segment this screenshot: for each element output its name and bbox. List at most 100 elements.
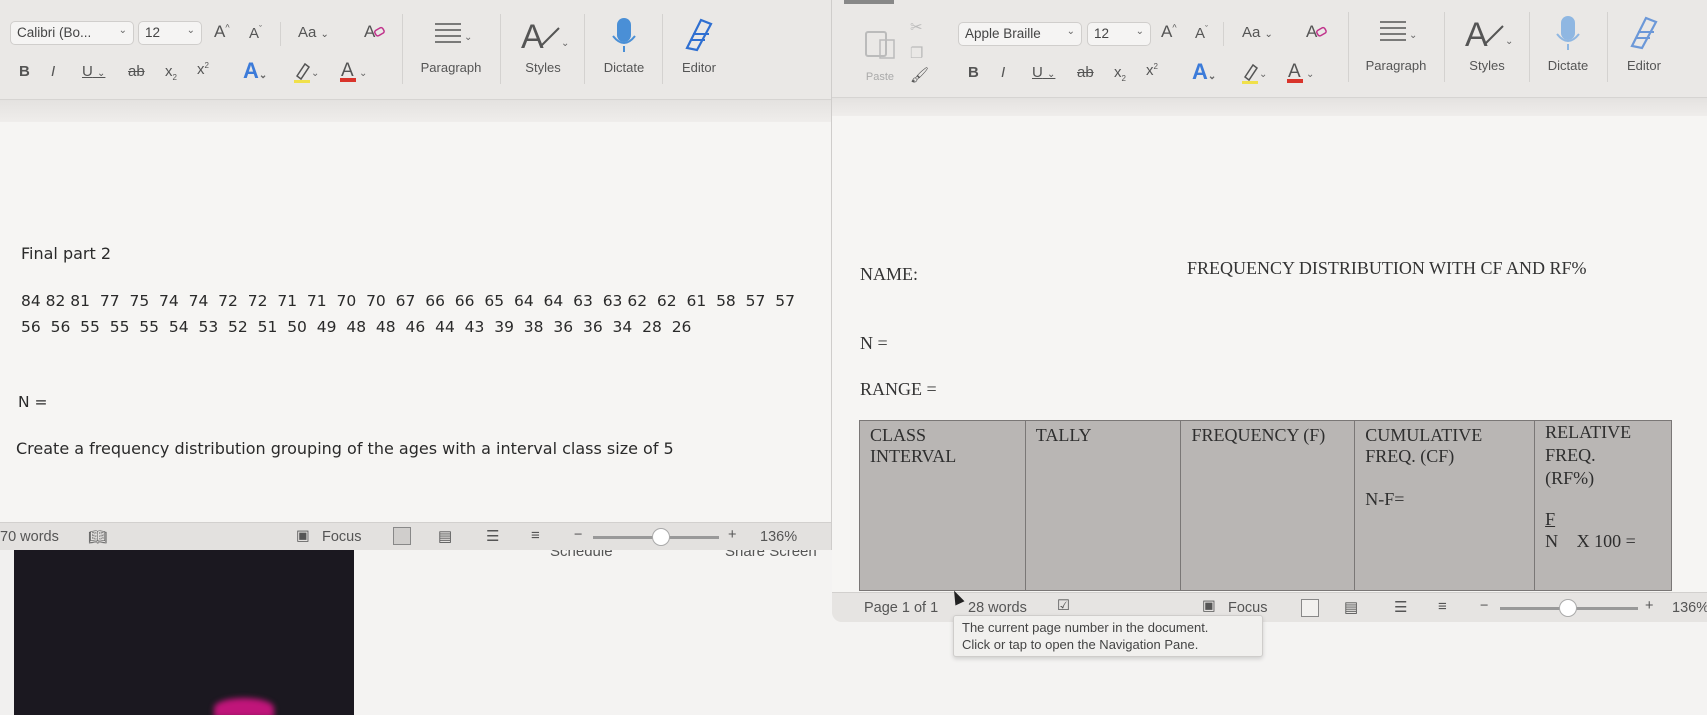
print-layout-icon[interactable]	[393, 527, 411, 545]
doc-heading: Final part 2	[21, 244, 112, 263]
grow-font-button[interactable]: A^	[1161, 22, 1177, 42]
web-layout-icon[interactable]: ▤	[1344, 598, 1358, 616]
zoom-level[interactable]: 136%	[1672, 600, 1707, 616]
zoom-slider-knob[interactable]	[1559, 599, 1577, 617]
cf-note: N-F=	[1365, 489, 1405, 509]
svg-text:⌄: ⌄	[561, 38, 569, 49]
dictate-label: Dictate	[603, 60, 645, 75]
editor-button[interactable]: Editor	[670, 16, 728, 75]
print-layout-icon[interactable]	[1301, 599, 1319, 617]
italic-button[interactable]: I	[1001, 64, 1005, 81]
paste-button[interactable]: Paste	[850, 28, 910, 83]
grow-font-button[interactable]: A^	[214, 22, 230, 42]
styles-button[interactable]: A ⌄ Styles	[508, 16, 578, 75]
editor-button[interactable]: Editor	[1614, 14, 1674, 73]
font-color-icon[interactable]: A ⌄	[1286, 59, 1314, 89]
font-size-dropdown[interactable]: 12 ⌄	[1087, 22, 1151, 46]
zoom-in-button[interactable]: +	[728, 527, 736, 543]
clear-formatting-icon[interactable]: A	[1304, 20, 1328, 46]
change-case-button[interactable]: Aa ⌄	[298, 24, 329, 41]
subscript-button[interactable]: x2	[1114, 64, 1126, 83]
styles-button[interactable]: A ⌄ Styles	[1452, 14, 1522, 73]
italic-button[interactable]: I	[51, 63, 55, 80]
font-name-dropdown[interactable]: Apple Braille ⌄	[958, 22, 1082, 46]
shrink-font-button[interactable]: Aˇ	[1195, 24, 1208, 42]
focus-button[interactable]: Focus	[322, 529, 362, 545]
strikethrough-button[interactable]: ab	[128, 63, 145, 80]
web-layout-icon[interactable]: ▤	[438, 527, 452, 545]
document-page[interactable]: Final part 2 84 82 81 77 75 74 74 72 72 …	[0, 122, 831, 522]
ribbon-shadow	[0, 100, 831, 122]
draft-icon[interactable]: ≡	[1438, 598, 1447, 615]
cut-icon[interactable]: ✂	[910, 18, 923, 36]
divider	[1444, 12, 1445, 82]
underline-button[interactable]: U ⌄	[1032, 64, 1055, 81]
video-glow	[214, 698, 274, 715]
superscript-button[interactable]: x2	[1146, 62, 1158, 79]
divider	[1529, 12, 1530, 82]
strikethrough-button[interactable]: ab	[1077, 64, 1094, 81]
superscript-button[interactable]: x2	[197, 61, 209, 78]
draft-icon[interactable]: ≡	[531, 527, 540, 544]
font-name-dropdown[interactable]: Calibri (Bo... ⌄	[10, 21, 134, 45]
header-class-interval[interactable]: CLASS INTERVAL	[859, 420, 1026, 591]
zoom-out-button[interactable]: −	[574, 527, 582, 543]
header-cumulative-freq[interactable]: CUMULATIVE FREQ. (CF) N-F=	[1354, 420, 1536, 591]
zoom-out-button[interactable]: −	[1480, 598, 1488, 614]
font-size-value: 12	[1094, 26, 1110, 41]
chevron-down-icon: ⌄	[1066, 26, 1075, 37]
n-label: N =	[860, 333, 888, 353]
styles-label: Styles	[525, 60, 561, 75]
page-indicator[interactable]: Page 1 of 1	[864, 600, 938, 616]
header-relative-freq[interactable]: RELATIVE FREQ. (RF%) F N X 100 =	[1534, 420, 1672, 591]
focus-icon[interactable]: ▣	[296, 528, 310, 544]
text-effects-icon[interactable]: A⌄	[1192, 59, 1216, 85]
zoom-slider-knob[interactable]	[652, 528, 670, 546]
proofing-icon[interactable]: ☑	[1057, 598, 1070, 614]
shrink-font-button[interactable]: Aˇ	[249, 24, 262, 42]
proofing-icon[interactable]: 📖︎	[88, 528, 107, 546]
focus-icon[interactable]: ▣	[1202, 598, 1216, 614]
paragraph-label: Paragraph	[420, 60, 482, 75]
font-color-icon[interactable]: A ⌄	[339, 58, 367, 88]
ribbon: Paste ✂ ❐ 🖌︎ Apple Braille ⌄ 12 ⌄ A^ Aˇ …	[832, 0, 1707, 98]
zoom-in-button[interactable]: +	[1645, 598, 1653, 614]
divider	[280, 22, 281, 46]
focus-button[interactable]: Focus	[1228, 600, 1268, 616]
svg-text:⌄: ⌄	[359, 68, 367, 79]
divider	[1607, 12, 1608, 82]
outline-icon[interactable]: ☰	[486, 527, 499, 545]
underline-button[interactable]: U ⌄	[82, 63, 105, 80]
svg-text:A: A	[521, 18, 544, 54]
highlight-icon[interactable]: ⌄	[1239, 61, 1267, 89]
tooltip-line-1: The current page number in the document.	[962, 620, 1209, 635]
tooltip-line-2: Click or tap to open the Navigation Pane…	[962, 637, 1199, 652]
subscript-button[interactable]: x2	[165, 63, 177, 82]
status-bar: 70 words 📖︎ ▣ Focus ▤ ☰ ≡ − + 136%	[0, 522, 831, 550]
copy-icon[interactable]: ❐	[910, 44, 923, 62]
paragraph-button[interactable]: ⌄ Paragraph	[410, 16, 492, 75]
rf-fraction-top: F	[1545, 509, 1556, 529]
header-tally[interactable]: TALLY	[1024, 420, 1182, 591]
frequency-table[interactable]: CLASS INTERVAL TALLY FREQUENCY (F) CUMUL…	[859, 420, 1672, 591]
highlight-icon[interactable]: ⌄	[291, 60, 319, 88]
styles-icon: A ⌄	[1465, 16, 1513, 52]
outline-icon[interactable]: ☰	[1394, 598, 1407, 616]
change-case-button[interactable]: Aa ⌄	[1242, 24, 1273, 41]
font-size-dropdown[interactable]: 12 ⌄	[138, 21, 202, 45]
dictate-button[interactable]: Dictate	[592, 16, 656, 75]
word-count[interactable]: 28 words	[968, 600, 1027, 616]
font-name-value: Calibri (Bo...	[17, 25, 92, 40]
background-video-tile	[14, 548, 354, 715]
clear-formatting-icon[interactable]: A	[362, 20, 386, 46]
dictate-button[interactable]: Dictate	[1536, 14, 1600, 73]
paragraph-button[interactable]: ⌄ Paragraph	[1355, 14, 1437, 73]
format-painter-icon[interactable]: 🖌︎	[910, 66, 929, 84]
bold-button[interactable]: B	[968, 64, 979, 81]
text-effects-icon[interactable]: A⌄	[243, 58, 267, 84]
word-count[interactable]: 70 words	[0, 529, 59, 545]
microphone-icon	[1556, 16, 1580, 50]
header-frequency[interactable]: FREQUENCY (F)	[1180, 420, 1356, 591]
bold-button[interactable]: B	[19, 63, 30, 80]
zoom-level[interactable]: 136%	[760, 529, 797, 545]
